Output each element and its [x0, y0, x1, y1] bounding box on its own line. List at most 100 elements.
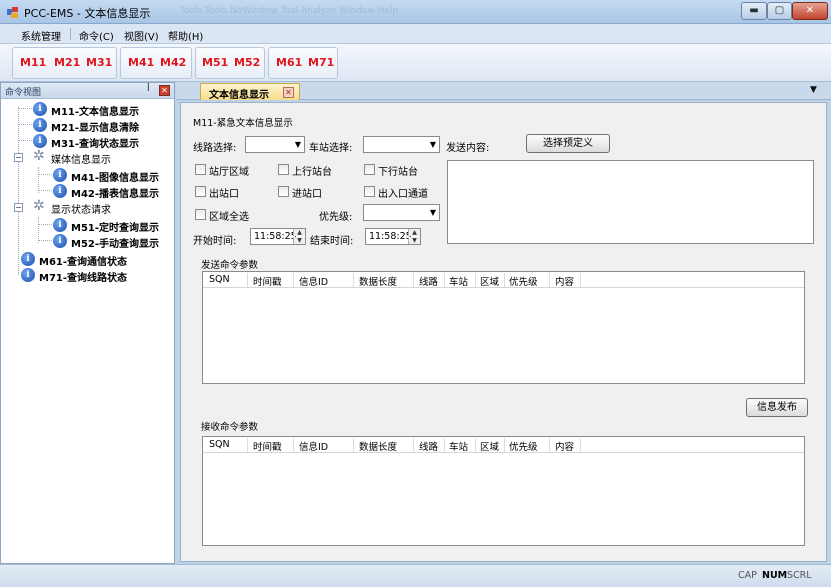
tree-item-m42[interactable]: i M42-播表信息显示 [53, 183, 173, 200]
column-header-priority[interactable]: 优先级 [509, 274, 538, 288]
column-header-sqn[interactable]: SQN [209, 439, 230, 450]
column-header-station[interactable]: 车站 [449, 274, 468, 288]
line-select[interactable]: ▼ [245, 136, 305, 153]
tree-line [18, 124, 32, 125]
chevron-down-icon: ▼ [429, 208, 436, 217]
tree-item-m52[interactable]: i M52-手动查询显示 [53, 233, 173, 250]
pin-icon[interactable]: ꟾ [147, 84, 150, 94]
column-header-priority[interactable]: 优先级 [509, 439, 538, 453]
tree-item-m31[interactable]: i M31-查询状态显示 [33, 133, 173, 150]
column-separator [353, 273, 354, 287]
end-time-label: 结束时间: [310, 236, 354, 247]
tree-item-m11[interactable]: i M11-文本信息显示 [33, 101, 173, 118]
toolbar-m21-button[interactable]: M21 [54, 56, 80, 69]
menu-help[interactable]: 帮助(H) [168, 28, 203, 43]
spin-down-icon[interactable]: ▼ [293, 237, 305, 244]
minimize-button[interactable]: ▬ [741, 2, 767, 20]
tree-item-label: M71-查询线路状态 [39, 273, 128, 284]
column-separator [353, 438, 354, 452]
menu-view[interactable]: 视图(V) [124, 28, 159, 43]
column-separator [580, 438, 581, 452]
tree-collapse-toggle[interactable]: − [14, 153, 23, 162]
tab-close-icon[interactable]: ✕ [283, 87, 294, 98]
column-header-data-length[interactable]: 数据长度 [359, 439, 397, 453]
menu-system[interactable]: 系统管理 [21, 28, 61, 43]
column-header-timestamp[interactable]: 时间戳 [253, 439, 282, 453]
priority-select[interactable]: ▼ [363, 204, 440, 221]
tree-line [18, 140, 32, 141]
line-select-label: 线路选择: [193, 143, 237, 154]
tree-item-label: M52-手动查询显示 [71, 239, 160, 250]
toolbar-m11-button[interactable]: M11 [20, 56, 46, 69]
menu-bar: 系统管理 命令(C) 视图(V) 帮助(H) [0, 24, 831, 44]
start-time-input[interactable]: 11:58:25 ▲ ▼ [250, 228, 306, 245]
toolbar-m42-button[interactable]: M42 [160, 56, 186, 69]
tree-group-media[interactable]: ✲ 媒体信息显示 [33, 149, 173, 167]
info-icon: i [21, 268, 35, 282]
send-params-list[interactable]: SQN 时间戳 信息ID 数据长度 线路 车站 区域 优先级 内容 [202, 271, 805, 384]
tab-dropdown-icon[interactable]: ▼ [810, 85, 817, 95]
panel-header: 命令视图 ꟾ ✕ [1, 83, 174, 99]
recv-params-list[interactable]: SQN 时间戳 信息ID 数据长度 线路 车站 区域 优先级 内容 [202, 436, 805, 546]
tree-item-m51[interactable]: i M51-定时查询显示 [53, 217, 173, 234]
tree-item-label: 显示状态请求 [51, 205, 111, 216]
tree-line [38, 240, 52, 241]
column-separator [580, 273, 581, 287]
panel-close-icon[interactable]: ✕ [159, 85, 170, 96]
column-header-area[interactable]: 区域 [480, 274, 499, 288]
toolbar-m41-button[interactable]: M41 [128, 56, 154, 69]
checkbox-up-platform[interactable] [278, 164, 289, 175]
toolbar-m61-button[interactable]: M61 [276, 56, 302, 69]
toolbar-m51-button[interactable]: M51 [202, 56, 228, 69]
select-preset-button[interactable]: 选择预定义 [526, 134, 610, 153]
tree-collapse-toggle[interactable]: − [14, 203, 23, 212]
tree-item-m61[interactable]: i M61-查询通信状态 [21, 251, 171, 268]
info-icon: i [33, 102, 47, 116]
maximize-button[interactable]: ▢ [767, 2, 792, 20]
tree-line [18, 108, 32, 109]
column-header-line[interactable]: 线路 [419, 439, 438, 453]
spin-up-icon[interactable]: ▲ [408, 229, 420, 236]
toolbar-m31-button[interactable]: M31 [86, 56, 112, 69]
column-header-station[interactable]: 车站 [449, 439, 468, 453]
tree-item-m41[interactable]: i M41-图像信息显示 [53, 167, 173, 184]
column-header-sqn[interactable]: SQN [209, 274, 230, 285]
toolbar-m52-button[interactable]: M52 [234, 56, 260, 69]
column-header-timestamp[interactable]: 时间戳 [253, 274, 282, 288]
column-header-area[interactable]: 区域 [480, 439, 499, 453]
tree-line [38, 224, 52, 225]
tree-item-label: M31-查询状态显示 [51, 139, 140, 150]
checkbox-exit[interactable] [195, 186, 206, 197]
checkbox-hall-area[interactable] [195, 164, 206, 175]
spin-down-icon[interactable]: ▼ [408, 237, 420, 244]
tab-text-info-display[interactable]: 文本信息显示 ✕ [200, 83, 300, 101]
column-separator [247, 273, 248, 287]
column-header-data-length[interactable]: 数据长度 [359, 274, 397, 288]
column-separator [444, 438, 445, 452]
tree-item-m71[interactable]: i M71-查询线路状态 [21, 267, 171, 284]
spin-up-icon[interactable]: ▲ [293, 229, 305, 236]
tree-item-label: M42-播表信息显示 [71, 189, 160, 200]
tree-group-status[interactable]: ✲ 显示状态请求 [33, 199, 173, 217]
column-header-info-id[interactable]: 信息ID [299, 439, 328, 453]
toolbar-m71-button[interactable]: M71 [308, 56, 334, 69]
column-header-content[interactable]: 内容 [555, 274, 574, 288]
checkbox-entrance[interactable] [278, 186, 289, 197]
column-header-content[interactable]: 内容 [555, 439, 574, 453]
checkbox-select-all-areas[interactable] [195, 209, 206, 220]
close-window-button[interactable]: ✕ [792, 2, 828, 20]
start-time-label: 开始时间: [193, 236, 237, 247]
send-content-textarea[interactable] [447, 160, 814, 244]
column-header-info-id[interactable]: 信息ID [299, 274, 328, 288]
column-separator [504, 273, 505, 287]
column-header-line[interactable]: 线路 [419, 274, 438, 288]
send-params-header: SQN 时间戳 信息ID 数据长度 线路 车站 区域 优先级 内容 [203, 272, 804, 288]
menu-command[interactable]: 命令(C) [79, 28, 114, 43]
tree-item-m21[interactable]: i M21-显示信息清除 [33, 117, 173, 134]
end-time-input[interactable]: 11:58:25 ▲ ▼ [365, 228, 421, 245]
status-cap: CAP [738, 570, 757, 581]
publish-info-button[interactable]: 信息发布 [746, 398, 808, 417]
station-select[interactable]: ▼ [363, 136, 440, 153]
checkbox-down-platform[interactable] [364, 164, 375, 175]
checkbox-passage[interactable] [364, 186, 375, 197]
